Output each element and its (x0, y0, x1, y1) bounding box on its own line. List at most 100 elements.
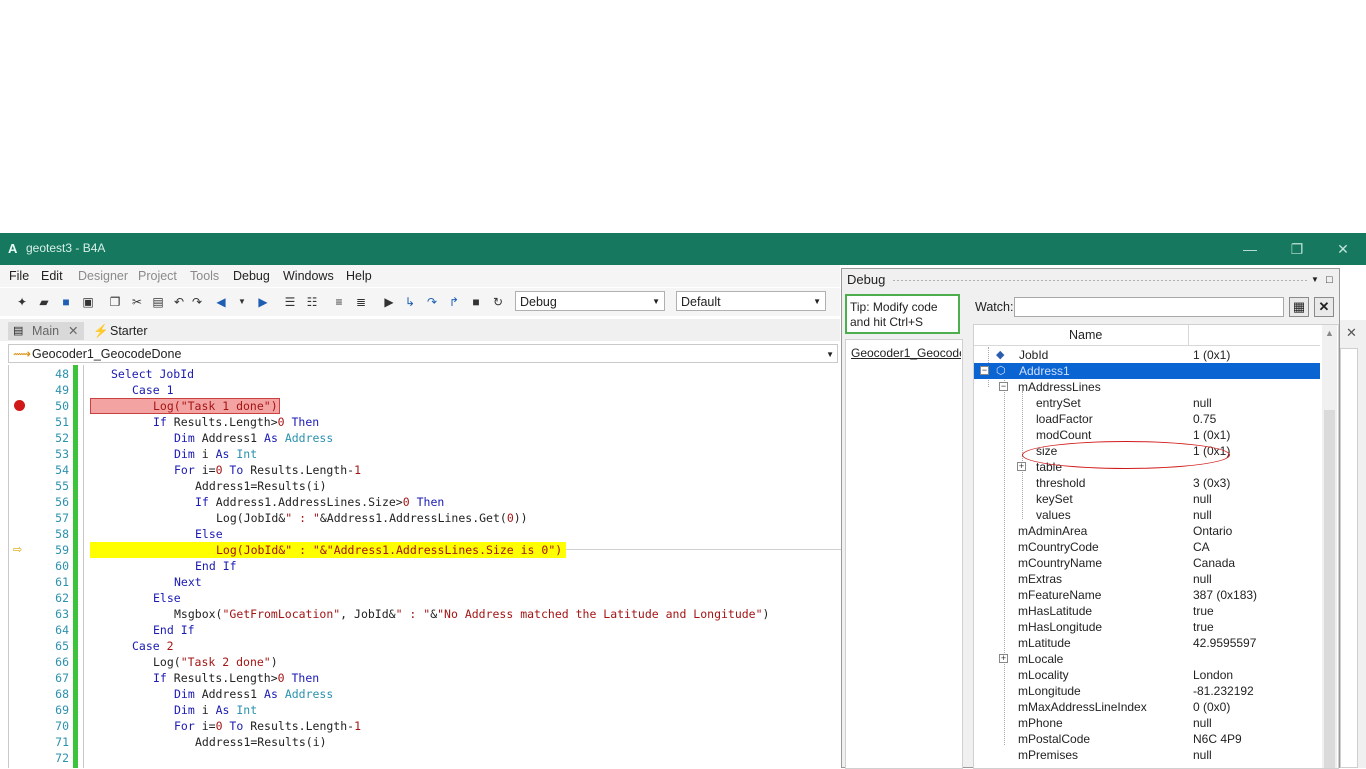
variable-row[interactable]: mPhone null (974, 715, 1320, 731)
variable-row[interactable]: mAdminArea Ontario (974, 523, 1320, 539)
chevron-down-icon[interactable]: ▼ (1311, 269, 1319, 291)
calculator-icon[interactable]: ▦ (1289, 297, 1309, 317)
clear-watch-icon[interactable]: ✕ (1314, 297, 1334, 317)
variable-row[interactable]: threshold 3 (0x3) (974, 475, 1320, 491)
tab-starter[interactable]: ⚡ Starter (90, 322, 160, 340)
new-file-icon[interactable]: ✦ (15, 295, 29, 309)
menu-help[interactable]: Help (346, 269, 372, 283)
run-icon[interactable]: ▶ (382, 295, 396, 309)
variable-row[interactable]: values null (974, 507, 1320, 523)
menu-debug[interactable]: Debug (233, 269, 270, 283)
variable-row[interactable]: + mLocale (974, 651, 1320, 667)
outdent-icon[interactable]: ☰ (283, 295, 297, 309)
scroll-up-icon[interactable]: ▲ (1325, 328, 1334, 338)
variable-row[interactable]: mExtras null (974, 571, 1320, 587)
build-select-value: Default (681, 295, 721, 309)
copy-icon[interactable]: ❐ (108, 295, 122, 309)
code-line: Log(JobId&" : "&"Address1.AddressLines.S… (216, 543, 563, 557)
config-select[interactable]: Debug ▼ (515, 291, 665, 311)
expand-icon[interactable]: + (999, 654, 1008, 663)
open-folder-icon[interactable]: ▰ (37, 295, 51, 309)
variable-row-selected[interactable]: − ⬡ Address1 (974, 363, 1320, 379)
variable-row[interactable]: entrySet null (974, 395, 1320, 411)
maximize-button[interactable]: ❐ (1287, 239, 1307, 259)
redo-icon[interactable]: ↷ (190, 295, 204, 309)
stop-icon[interactable]: ■ (469, 295, 483, 309)
uncomment-icon[interactable]: ≣ (354, 295, 368, 309)
variable-row[interactable]: mLatitude 42.9595597 (974, 635, 1320, 651)
code-line: If Results.Length>0 Then (153, 415, 320, 429)
code-line: Case 2 (132, 639, 174, 653)
menu-project[interactable]: Project (138, 269, 177, 283)
line-number: 53 (55, 447, 69, 461)
execution-arrow-icon: ⇨ (13, 544, 23, 556)
variable-row[interactable]: mMaxAddressLineIndex 0 (0x0) (974, 699, 1320, 715)
variable-row[interactable]: mCountryName Canada (974, 555, 1320, 571)
sub-selector[interactable]: ⟿ Geocoder1_GeocodeDone ▼ (8, 344, 838, 363)
maximize-icon[interactable]: □ (1326, 269, 1333, 291)
forward-icon[interactable]: ▶ (256, 295, 270, 309)
collapse-icon[interactable]: − (980, 366, 989, 375)
menu-edit[interactable]: Edit (41, 269, 63, 283)
variable-row[interactable]: mCountryCode CA (974, 539, 1320, 555)
column-name-header[interactable]: Name (1069, 328, 1102, 342)
menu-tools[interactable]: Tools (190, 269, 219, 283)
code-line: Address1=Results(i) (195, 479, 327, 493)
debug-title-bar[interactable]: Debug ▼ □ (842, 269, 1339, 291)
code-line: If Address1.AddressLines.Size>0 Then (195, 495, 445, 509)
variable-row[interactable]: ◆ JobId 1 (0x1) (974, 347, 1320, 363)
lightning-icon: ⚡ (93, 324, 109, 338)
variable-row[interactable]: mHasLongitude true (974, 619, 1320, 635)
save-icon[interactable]: ■ (59, 295, 73, 309)
line-number: 70 (55, 719, 69, 733)
build-select[interactable]: Default ▼ (676, 291, 826, 311)
watch-input[interactable] (1014, 297, 1284, 317)
variable-row[interactable]: mHasLatitude true (974, 603, 1320, 619)
close-button[interactable]: ✕ (1333, 239, 1353, 259)
minimize-button[interactable]: — (1240, 239, 1260, 259)
variable-row[interactable]: mLocality London (974, 667, 1320, 683)
cut-icon[interactable]: ✂ (130, 295, 144, 309)
line-number: 60 (55, 559, 69, 573)
variable-row[interactable]: mFeatureName 387 (0x183) (974, 587, 1320, 603)
watch-label: Watch: (975, 300, 1014, 314)
vertical-scrollbar[interactable]: ▲ (1322, 325, 1337, 768)
scroll-thumb[interactable] (1324, 410, 1335, 768)
variable-row[interactable]: mLongitude -81.232192 (974, 683, 1320, 699)
back-dropdown-icon[interactable]: ▼ (235, 295, 249, 309)
variable-row[interactable]: keySet null (974, 491, 1320, 507)
line-number: 51 (55, 415, 69, 429)
tab-main[interactable]: ▤ Main ✕ (8, 322, 84, 340)
menu-designer[interactable]: Designer (78, 269, 128, 283)
close-icon[interactable]: ✕ (1346, 325, 1357, 341)
collapse-icon[interactable]: − (999, 382, 1008, 391)
line-number: 64 (55, 623, 69, 637)
stack-frame-link[interactable]: Geocoder1_GeocodeDone (851, 346, 961, 360)
column-separator[interactable] (1188, 325, 1189, 345)
annotation-circle (1022, 441, 1230, 469)
code-line: If Results.Length>0 Then (153, 671, 320, 685)
indent-icon[interactable]: ☷ (305, 295, 319, 309)
comment-icon[interactable]: ≡ (332, 295, 346, 309)
step-out-icon[interactable]: ↱ (447, 295, 461, 309)
step-over-icon[interactable]: ↷ (425, 295, 439, 309)
paste-icon[interactable]: ▤ (151, 295, 165, 309)
call-stack-panel: Geocoder1_GeocodeDone (845, 339, 963, 769)
back-icon[interactable]: ◀ (214, 295, 228, 309)
drag-grip[interactable] (892, 279, 1307, 282)
breakpoint-icon[interactable] (14, 400, 25, 411)
code-editor[interactable]: ⇨ 48 49 50 51 52 53 54 55 56 57 58 59 60… (8, 365, 841, 768)
variable-row[interactable]: − mAddressLines (974, 379, 1320, 395)
menu-file[interactable]: File (9, 269, 29, 283)
restart-icon[interactable]: ↻ (491, 295, 505, 309)
variable-row[interactable]: mPremises null (974, 747, 1320, 763)
variable-row[interactable]: mPostalCode N6C 4P9 (974, 731, 1320, 747)
menu-windows[interactable]: Windows (283, 269, 334, 283)
expand-icon[interactable]: + (1017, 462, 1026, 471)
code-line: End If (153, 623, 195, 637)
variable-row[interactable]: loadFactor 0.75 (974, 411, 1320, 427)
close-icon[interactable]: ✕ (68, 322, 78, 340)
export-icon[interactable]: ▣ (81, 295, 95, 309)
undo-icon[interactable]: ↶ (172, 295, 186, 309)
step-in-icon[interactable]: ↳ (403, 295, 417, 309)
